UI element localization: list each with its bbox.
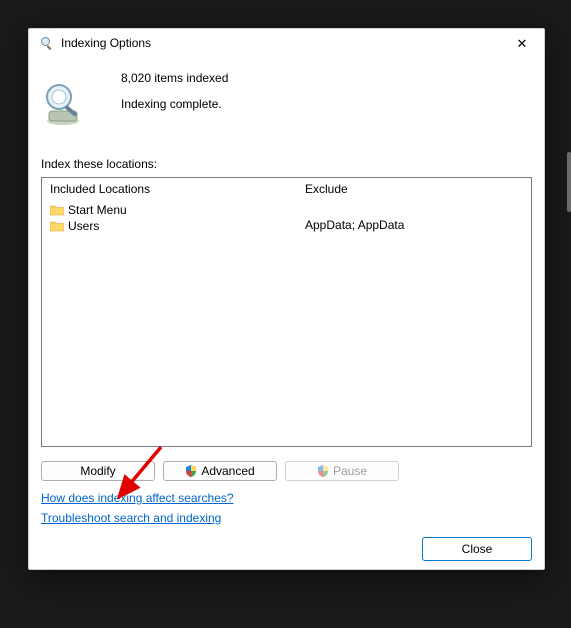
dialog-body: 8,020 items indexed Indexing complete. I… [29,57,544,569]
close-button[interactable]: ✕ [508,29,536,57]
folder-icon [50,204,64,216]
button-label: Close [462,542,493,556]
how-indexing-link[interactable]: How does indexing affect searches? [41,491,234,505]
advanced-button[interactable]: Advanced [163,461,277,481]
scrollbar-thumb[interactable] [567,152,571,212]
status-area: 8,020 items indexed Indexing complete. [41,67,532,127]
magnifier-large-icon [39,79,87,127]
exclude-value: AppData; AppData [303,218,525,232]
modify-button[interactable]: Modify [41,461,155,481]
folder-icon [50,220,64,232]
indexing-options-window: Indexing Options ✕ 8,020 items indexed I… [28,28,545,570]
shield-icon [185,465,197,477]
index-locations-label: Index these locations: [41,157,532,171]
shield-icon [317,465,329,477]
button-label: Modify [80,464,115,478]
location-name: Users [68,219,99,233]
indexing-state: Indexing complete. [121,97,228,111]
button-row: Modify Advanced Pause [41,461,532,481]
list-item[interactable]: Start Menu [48,202,291,218]
location-name: Start Menu [68,203,127,217]
dialog-footer: Close [41,537,532,561]
button-label: Pause [333,464,367,478]
pause-button: Pause [285,461,399,481]
items-indexed-count: 8,020 items indexed [121,71,228,85]
included-locations-header: Included Locations [48,182,291,196]
close-icon: ✕ [517,37,528,50]
window-title: Indexing Options [61,36,508,50]
titlebar: Indexing Options ✕ [29,29,544,57]
troubleshoot-link[interactable]: Troubleshoot search and indexing [41,511,221,525]
button-label: Advanced [201,464,254,478]
exclude-header: Exclude [303,182,525,196]
locations-listbox[interactable]: Included Locations Start Menu Users Excl… [41,177,532,447]
close-dialog-button[interactable]: Close [422,537,532,561]
help-links: How does indexing affect searches? Troub… [41,491,532,531]
list-item[interactable]: Users [48,218,291,234]
magnifier-icon [39,35,55,51]
